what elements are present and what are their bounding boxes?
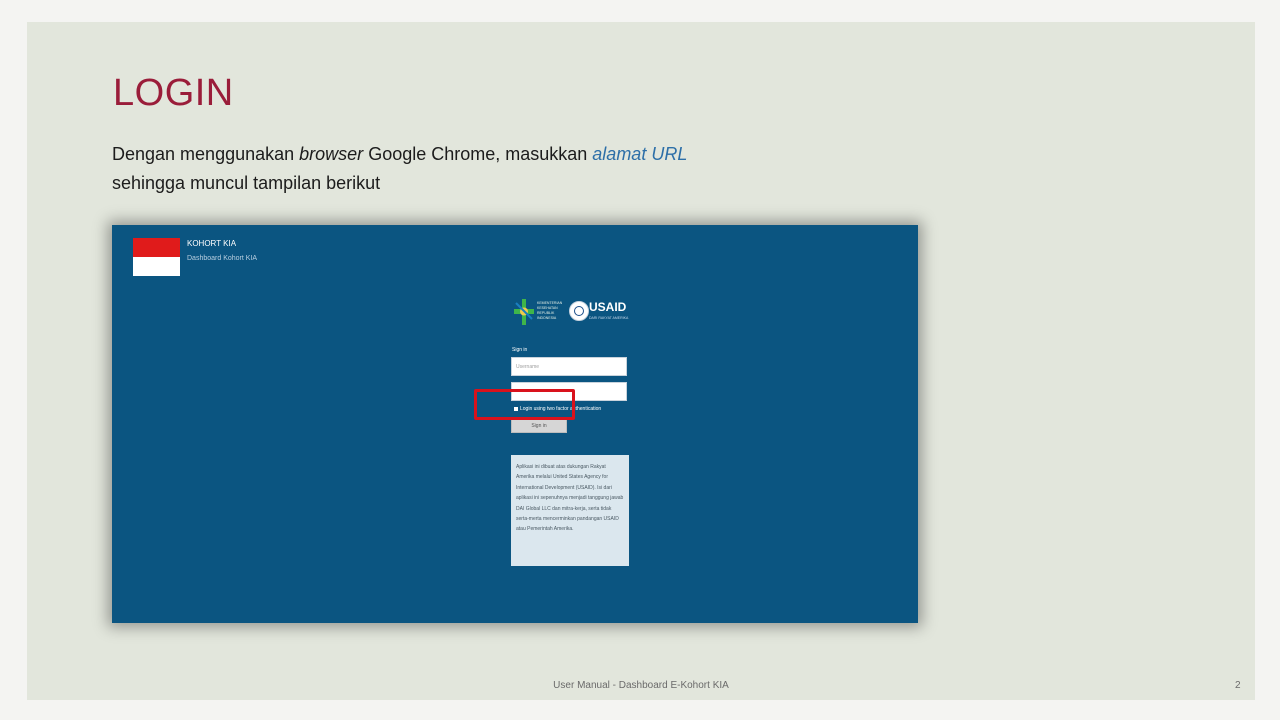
highlight-box xyxy=(474,389,575,420)
slide-footer: User Manual - Dashboard E-Kohort KIA xyxy=(553,680,729,691)
usaid-logo-subtitle: DARI RAKYAT AMERIKA xyxy=(589,316,629,320)
usaid-seal-icon xyxy=(569,301,589,321)
intro-part1: Dengan menggunakan xyxy=(112,144,300,164)
intro-part2: Google Chrome, masukkan xyxy=(363,144,593,164)
intro-line2: sehingga muncul tampilan berikut xyxy=(112,173,381,193)
login-screenshot: KOHORT KIA Dashboard Kohort KIA KEMENTER… xyxy=(112,225,918,623)
disclaimer-box: Aplikasi ini dibuat atas dukungan Rakyat… xyxy=(511,455,629,566)
indonesia-flag-icon xyxy=(133,238,180,276)
app-title: KOHORT KIA xyxy=(187,239,237,248)
app-subtitle: Dashboard Kohort KIA xyxy=(187,255,258,262)
page-title: LOGIN xyxy=(113,72,234,114)
url-link[interactable]: alamat URL xyxy=(592,144,687,164)
slide: LOGIN Dengan menggunakan browser Google … xyxy=(27,22,1255,700)
intro-text: Dengan menggunakan browser Google Chrome… xyxy=(112,140,812,198)
signin-button[interactable]: Sign in xyxy=(511,418,567,433)
signin-label: Sign in xyxy=(512,347,528,353)
kemenkes-logo-text: KEMENTERIAN KESEHATAN REPUBLIK INDONESIA xyxy=(537,301,563,320)
partner-logos: KEMENTERIAN KESEHATAN REPUBLIK INDONESIA… xyxy=(512,297,632,327)
usaid-logo-text: USAID xyxy=(589,300,627,314)
page-number: 2 xyxy=(1235,680,1241,691)
username-field[interactable]: Username xyxy=(511,357,627,376)
intro-browser: browser xyxy=(299,144,364,164)
kemenkes-logo-icon xyxy=(514,299,534,325)
